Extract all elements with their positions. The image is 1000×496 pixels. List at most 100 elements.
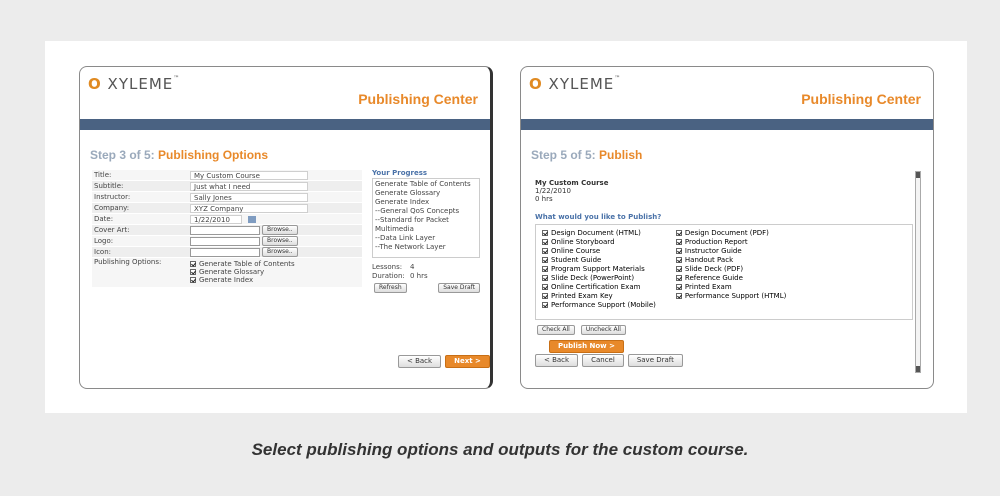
checkbox-icon[interactable] — [542, 265, 548, 272]
icon-file-input[interactable] — [190, 247, 260, 257]
checkbox-icon[interactable] — [675, 274, 682, 281]
output-option[interactable]: Student Guide — [542, 255, 656, 264]
company-input[interactable]: XYZ Company — [190, 203, 308, 213]
checkbox-icon[interactable] — [542, 301, 548, 308]
step-nav: < Back Next > — [398, 355, 490, 368]
step-heading: Step 5 of 5: Publish — [531, 148, 643, 162]
checkbox-icon[interactable] — [190, 269, 196, 275]
checkbox-icon[interactable] — [542, 274, 548, 281]
title-input[interactable]: My Custom Course — [190, 170, 308, 180]
page-title: Publishing Center — [358, 91, 478, 107]
logo-browse-button[interactable]: Browse.. — [262, 236, 298, 246]
option-toc[interactable]: Generate Table of Contents — [190, 260, 295, 268]
checkbox-icon[interactable] — [675, 283, 682, 290]
publish-now-wrap: Publish Now > — [549, 340, 624, 353]
progress-item: Generate Index — [375, 198, 430, 206]
course-stats: Lessons: 4 Duration: 0 hrs — [372, 263, 480, 281]
check-controls: Check All Uncheck All — [535, 325, 626, 335]
checkbox-icon[interactable] — [675, 247, 682, 254]
output-option[interactable]: Slide Deck (PDF) — [675, 264, 786, 273]
save-draft-button[interactable]: Save Draft — [438, 283, 480, 293]
refresh-button[interactable]: Refresh — [374, 283, 407, 293]
icon-browse-button[interactable]: Browse.. — [262, 247, 298, 257]
check-all-button[interactable]: Check All — [537, 325, 575, 335]
checkbox-icon[interactable] — [542, 229, 548, 236]
checkbox-icon[interactable] — [542, 283, 548, 290]
course-date: 1/22/2010 — [535, 187, 571, 195]
output-option[interactable]: Online Course — [542, 246, 656, 255]
output-option[interactable]: Production Report — [675, 237, 786, 246]
screenshot-frame: O XYLEME™ Publishing Center Step 3 of 5:… — [45, 41, 967, 413]
progress-item: Generate Glossary — [375, 189, 441, 197]
subtitle-label: Subtitle: — [94, 182, 124, 190]
uncheck-all-button[interactable]: Uncheck All — [580, 325, 626, 335]
progress-item: --General QoS Concepts — [375, 207, 460, 215]
output-option[interactable]: Printed Exam Key — [542, 291, 656, 300]
step-nav: < Back Cancel Save Draft — [535, 354, 683, 367]
output-option[interactable]: Online Storyboard — [542, 237, 656, 246]
figure-caption: Select publishing options and outputs fo… — [251, 440, 749, 459]
checkbox-icon[interactable] — [190, 261, 196, 267]
publish-now-button[interactable]: Publish Now > — [549, 340, 624, 353]
header-bar — [80, 119, 490, 130]
page-title: Publishing Center — [801, 91, 921, 107]
checkbox-icon[interactable] — [542, 238, 548, 245]
company-label: Company: — [94, 204, 130, 212]
checkbox-icon[interactable] — [542, 256, 548, 263]
back-button[interactable]: < Back — [398, 355, 442, 368]
date-label: Date: — [94, 215, 114, 223]
output-option[interactable]: Performance Support (HTML) — [675, 291, 786, 300]
title-label: Title: — [94, 171, 112, 179]
output-option[interactable]: Printed Exam — [675, 282, 786, 291]
lessons-value: 4 — [410, 263, 415, 271]
output-options: Design Document (HTML) Online Storyboard… — [535, 224, 913, 320]
checkbox-icon[interactable] — [675, 292, 682, 299]
calendar-icon[interactable] — [248, 215, 256, 223]
checkbox-icon[interactable] — [675, 265, 682, 272]
checkbox-icon[interactable] — [675, 238, 682, 245]
progress-item: --Data Link Layer — [375, 234, 436, 242]
output-option[interactable]: Program Support Materials — [542, 264, 656, 273]
xyleme-logo: O XYLEME™ — [88, 75, 181, 93]
progress-heading: Your Progress — [372, 169, 428, 177]
next-button[interactable]: Next > — [445, 355, 490, 368]
output-option[interactable]: Design Document (HTML) — [542, 228, 656, 237]
checkbox-icon[interactable] — [675, 256, 682, 263]
cover-art-browse-button[interactable]: Browse.. — [262, 225, 298, 235]
subtitle-input[interactable]: Just what I need — [190, 181, 308, 191]
option-glossary[interactable]: Generate Glossary — [190, 268, 295, 276]
duration-label: Duration: — [372, 272, 405, 280]
progress-list: Generate Table of Contents Generate Glos… — [372, 178, 480, 258]
checkbox-icon[interactable] — [542, 247, 548, 254]
back-button[interactable]: < Back — [535, 354, 579, 367]
date-input[interactable]: 1/22/2010 — [190, 214, 242, 224]
output-option[interactable]: Performance Support (Mobile) — [542, 300, 656, 309]
checkbox-icon[interactable] — [190, 277, 196, 283]
course-title: My Custom Course — [535, 179, 609, 187]
output-option[interactable]: Slide Deck (PowerPoint) — [542, 273, 656, 282]
output-option[interactable]: Design Document (PDF) — [675, 228, 786, 237]
checkbox-icon[interactable] — [542, 292, 548, 299]
checkbox-icon[interactable] — [675, 229, 682, 236]
instructor-input[interactable]: Sally Jones — [190, 192, 308, 202]
publishing-options-label: Publishing Options: — [94, 258, 162, 266]
vertical-scrollbar[interactable] — [915, 171, 921, 373]
cancel-button[interactable]: Cancel — [582, 354, 624, 367]
output-option[interactable]: Instructor Guide — [675, 246, 786, 255]
output-column-1: Design Document (HTML) Online Storyboard… — [542, 228, 656, 309]
icon-label: Icon: — [94, 248, 111, 256]
lessons-label: Lessons: — [372, 263, 403, 271]
cover-art-file-input[interactable] — [190, 225, 260, 235]
progress-panel: Your Progress Generate Table of Contents… — [372, 169, 480, 293]
option-index[interactable]: Generate Index — [190, 276, 295, 284]
output-option[interactable]: Reference Guide — [675, 273, 786, 282]
logo-file-input[interactable] — [190, 236, 260, 246]
header-bar — [521, 119, 933, 130]
output-option[interactable]: Online Certification Exam — [542, 282, 656, 291]
progress-item: --Standard for Packet Multimedia — [375, 216, 449, 233]
logo-label: Logo: — [94, 237, 114, 245]
save-draft-button[interactable]: Save Draft — [627, 354, 683, 367]
output-option[interactable]: Handout Pack — [675, 255, 786, 264]
course-form: Title: My Custom Course Subtitle: Just wha… — [92, 170, 362, 288]
output-column-2: Design Document (PDF) Production Report … — [675, 228, 786, 309]
